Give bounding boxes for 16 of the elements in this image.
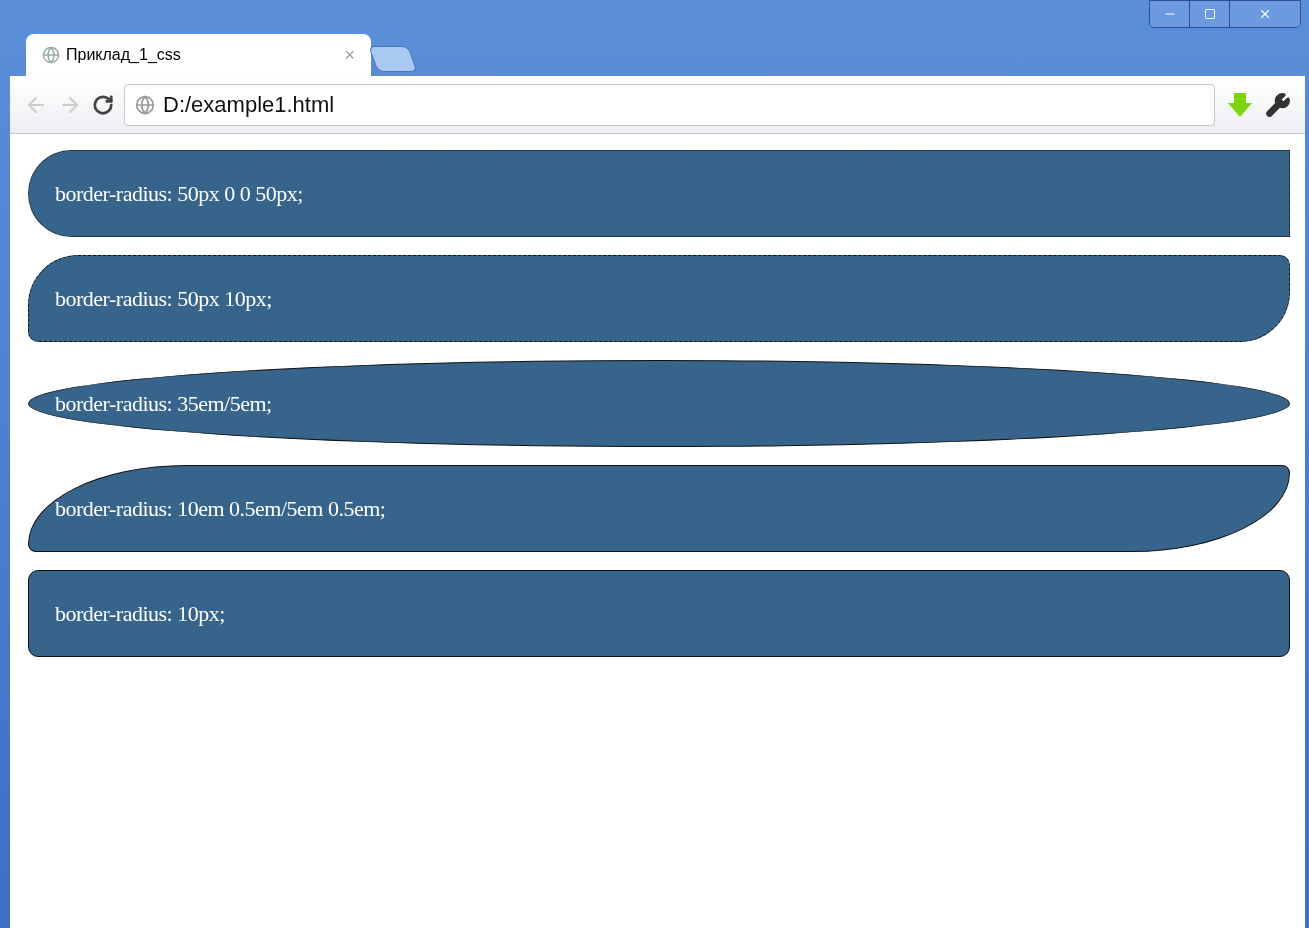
browser-tab[interactable]: Приклад_1_css × (26, 34, 371, 76)
panel-text: border-radius: 10px; (55, 600, 225, 628)
globe-icon (135, 94, 155, 115)
reload-icon[interactable] (92, 93, 114, 116)
panel-text: border-radius: 10em 0.5em/5em 0.5em; (55, 495, 386, 523)
new-tab-button[interactable] (368, 46, 418, 72)
tab-title: Приклад_1_css (66, 45, 182, 65)
close-icon (1258, 7, 1272, 21)
wrench-icon[interactable] (1265, 91, 1291, 118)
address-field[interactable]: D:/example1.html (124, 83, 1215, 126)
panel-text: border-radius: 35em/5em; (55, 390, 272, 418)
panel-text: border-radius: 50px 10px; (55, 285, 272, 313)
maximize-button[interactable] (1190, 1, 1230, 27)
globe-icon (42, 46, 60, 64)
panel-text: border-radius: 50px 0 0 50px; (55, 180, 303, 208)
maximize-icon (1203, 8, 1216, 20)
